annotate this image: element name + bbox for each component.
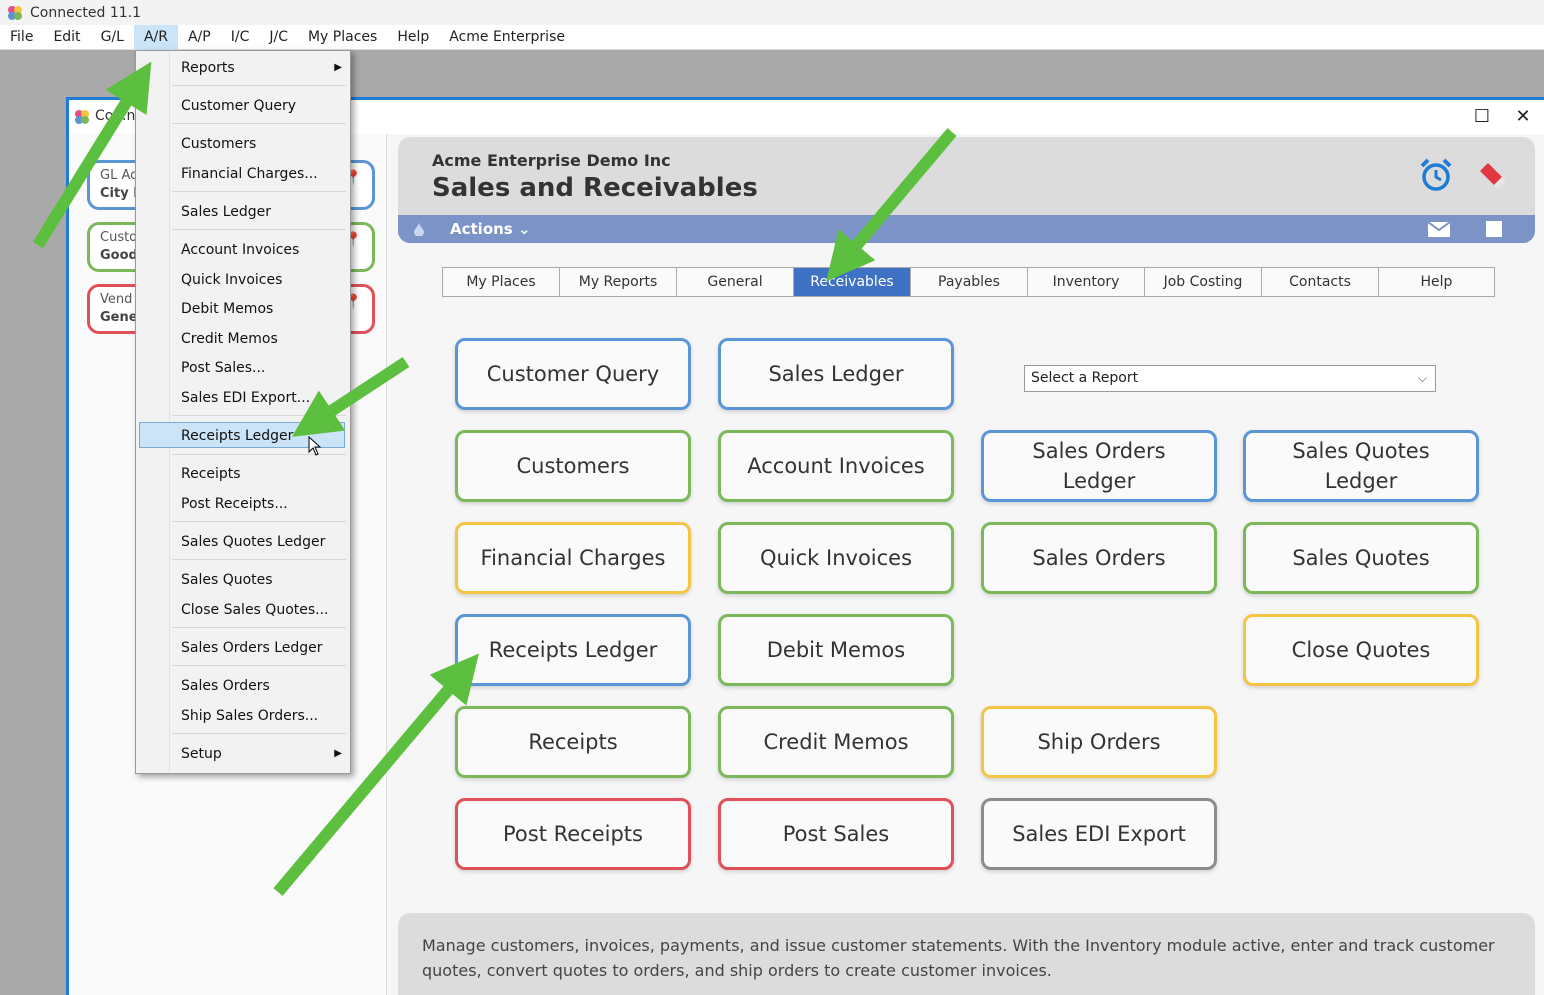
menu-my-places[interactable]: My Places	[298, 25, 387, 50]
menu-item-credit-memos[interactable]: Credit Memos	[136, 326, 350, 352]
post-sales-button[interactable]: Post Sales	[718, 798, 954, 870]
menu-acme-enterprise[interactable]: Acme Enterprise	[439, 25, 575, 50]
close-quotes-button[interactable]: Close Quotes	[1243, 614, 1479, 686]
menu-item-sales-quotes[interactable]: Sales Quotes	[136, 567, 350, 593]
mail-icon[interactable]	[1428, 222, 1450, 237]
module-tabs: My Places My Reports General Receivables…	[442, 267, 1495, 297]
tab-payables[interactable]: Payables	[910, 267, 1027, 297]
window-logo-icon	[75, 110, 89, 124]
sales-orders-ledger-button[interactable]: Sales Orders Ledger	[981, 430, 1217, 502]
menu-file[interactable]: File	[0, 25, 43, 50]
chevron-down-icon: ⌵	[1417, 371, 1427, 385]
menu-separator	[172, 627, 346, 628]
menu-ap[interactable]: A/P	[178, 25, 221, 50]
menu-separator	[172, 229, 346, 230]
post-receipts-button[interactable]: Post Receipts	[455, 798, 691, 870]
tab-contacts[interactable]: Contacts	[1261, 267, 1378, 297]
app-title: Connected 11.1	[30, 4, 142, 21]
action-bar: Actions ⌄	[398, 215, 1535, 243]
submenu-arrow-icon: ▶	[334, 748, 342, 759]
report-select[interactable]: Select a Report ⌵	[1024, 365, 1436, 392]
receipts-ledger-button[interactable]: Receipts Ledger	[455, 614, 691, 686]
menu-item-reports[interactable]: Reports ▶	[136, 55, 350, 81]
menu-separator	[172, 415, 346, 416]
report-select-value: Select a Report	[1031, 370, 1139, 386]
tab-general[interactable]: General	[676, 267, 793, 297]
tab-my-reports[interactable]: My Reports	[559, 267, 676, 297]
mouse-cursor-icon	[308, 436, 322, 456]
note-icon[interactable]	[1486, 221, 1502, 237]
menu-item-customers[interactable]: Customers	[136, 131, 350, 157]
customers-button[interactable]: Customers	[455, 430, 691, 502]
ship-orders-button[interactable]: Ship Orders	[981, 706, 1217, 778]
menu-item-ship-sales-orders[interactable]: Ship Sales Orders...	[136, 703, 350, 729]
menu-jc[interactable]: J/C	[259, 25, 298, 50]
tab-my-places[interactable]: My Places	[442, 267, 559, 297]
app-logo-icon	[8, 5, 22, 20]
menu-item-post-receipts[interactable]: Post Receipts...	[136, 491, 350, 517]
account-invoices-button[interactable]: Account Invoices	[718, 430, 954, 502]
module-header: Acme Enterprise Demo Inc Sales and Recei…	[398, 137, 1535, 243]
menu-item-sales-ledger[interactable]: Sales Ledger	[136, 199, 350, 225]
sales-orders-button[interactable]: Sales Orders	[981, 522, 1217, 594]
menu-item-sales-orders-ledger[interactable]: Sales Orders Ledger	[136, 635, 350, 661]
menu-help[interactable]: Help	[387, 25, 439, 50]
sales-quotes-ledger-button[interactable]: Sales Quotes Ledger	[1243, 430, 1479, 502]
menu-item-customer-query[interactable]: Customer Query	[136, 93, 350, 119]
debit-memos-button[interactable]: Debit Memos	[718, 614, 954, 686]
droplet-icon	[414, 222, 424, 236]
menu-separator	[172, 191, 346, 192]
sales-ledger-button[interactable]: Sales Ledger	[718, 338, 954, 410]
menu-item-post-sales[interactable]: Post Sales...	[136, 355, 350, 381]
menu-item-debit-memos[interactable]: Debit Memos	[136, 296, 350, 322]
menu-item-label: Reports	[181, 60, 235, 76]
tab-inventory[interactable]: Inventory	[1027, 267, 1144, 297]
menu-bar: File Edit G/L A/R A/P I/C J/C My Places …	[0, 24, 1544, 50]
menu-item-sales-edi-export[interactable]: Sales EDI Export...	[136, 385, 350, 411]
credit-memos-button[interactable]: Credit Memos	[718, 706, 954, 778]
maximize-icon[interactable]: ☐	[1469, 106, 1495, 128]
module-description: Manage customers, invoices, payments, an…	[398, 913, 1535, 995]
menu-item-account-invoices[interactable]: Account Invoices	[136, 237, 350, 263]
quick-invoices-button[interactable]: Quick Invoices	[718, 522, 954, 594]
financial-charges-button[interactable]: Financial Charges	[455, 522, 691, 594]
menu-item-setup[interactable]: Setup ▶	[136, 741, 350, 767]
sales-quotes-button[interactable]: Sales Quotes	[1243, 522, 1479, 594]
menu-separator	[172, 733, 346, 734]
company-name: Acme Enterprise Demo Inc	[432, 151, 671, 170]
menu-item-quick-invoices[interactable]: Quick Invoices	[136, 267, 350, 293]
app-title-bar: Connected 11.1	[0, 0, 1544, 25]
menu-separator	[172, 665, 346, 666]
page-title: Sales and Receivables	[432, 173, 758, 203]
menu-item-close-sales-quotes[interactable]: Close Sales Quotes...	[136, 597, 350, 623]
menu-separator	[172, 123, 346, 124]
menu-ic[interactable]: I/C	[221, 25, 260, 50]
menu-gutter	[169, 51, 170, 773]
tab-receivables[interactable]: Receivables	[793, 267, 910, 297]
submenu-arrow-icon: ▶	[334, 62, 342, 73]
menu-item-label: Setup	[181, 746, 222, 762]
sales-edi-export-button[interactable]: Sales EDI Export	[981, 798, 1217, 870]
menu-ar[interactable]: A/R	[133, 24, 178, 50]
menu-item-sales-orders[interactable]: Sales Orders	[136, 673, 350, 699]
ar-dropdown-menu: Reports ▶ Customer Query Customers Financ…	[135, 50, 351, 774]
tab-help[interactable]: Help	[1378, 267, 1495, 297]
menu-gl[interactable]: G/L	[91, 25, 134, 50]
menu-item-sales-quotes-ledger[interactable]: Sales Quotes Ledger	[136, 529, 350, 555]
actions-menu[interactable]: Actions ⌄	[450, 220, 531, 238]
menu-item-financial-charges[interactable]: Financial Charges...	[136, 161, 350, 187]
menu-item-receipts[interactable]: Receipts	[136, 461, 350, 487]
tab-job-costing[interactable]: Job Costing	[1144, 267, 1261, 297]
close-icon[interactable]: ✕	[1510, 106, 1536, 128]
menu-separator	[172, 85, 346, 86]
receipts-button[interactable]: Receipts	[455, 706, 691, 778]
menu-edit[interactable]: Edit	[43, 25, 90, 50]
customer-query-button[interactable]: Customer Query	[455, 338, 691, 410]
eraser-icon[interactable]	[1476, 161, 1506, 191]
alarm-clock-icon[interactable]	[1418, 157, 1454, 193]
menu-separator	[172, 559, 346, 560]
menu-separator	[172, 521, 346, 522]
